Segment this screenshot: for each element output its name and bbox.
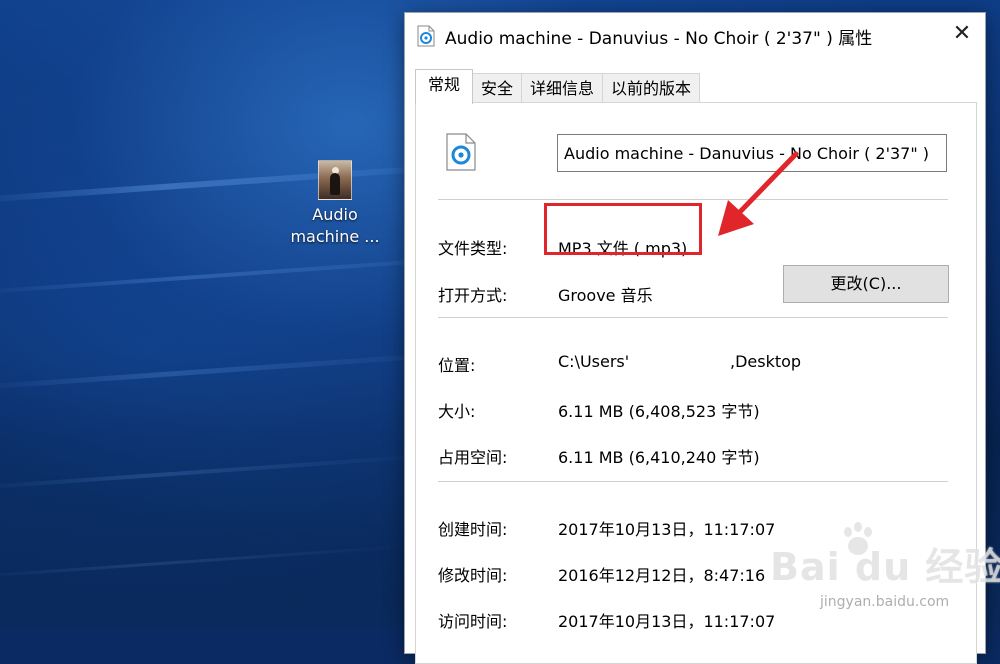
divider [438, 317, 948, 318]
tab-security[interactable]: 安全 [472, 73, 523, 104]
tab-previous-versions[interactable]: 以前的版本 [602, 73, 701, 104]
tab-details[interactable]: 详细信息 [521, 73, 604, 104]
size-label: 大小: [438, 402, 476, 421]
baidu-watermark: Bai du 经验 jingyan.baidu.com [770, 520, 1000, 610]
watermark-text: Bai du 经验 [770, 545, 1000, 589]
close-button[interactable]: ✕ [945, 19, 979, 49]
location-value-suffix: ,Desktop [730, 352, 802, 371]
file-type-label: 文件类型: [438, 239, 508, 258]
watermark-url: jingyan.baidu.com [820, 594, 950, 610]
modified-label: 修改时间: [438, 566, 508, 585]
red-highlight-box [544, 203, 702, 255]
change-button[interactable]: 更改(C)... [783, 265, 949, 303]
created-label: 创建时间: [438, 520, 508, 539]
divider [438, 481, 948, 482]
open-with-label: 打开方式: [438, 286, 508, 305]
disk-size-label: 占用空间: [438, 448, 508, 467]
location-label: 位置: [438, 356, 476, 375]
wallpaper-streak [0, 453, 440, 491]
tab-bar: 常规 安全 详细信息 以前的版本 [415, 69, 701, 104]
created-value: 2017年10月13日，11:17:07 [558, 520, 776, 539]
open-with-value: Groove 音乐 [558, 286, 653, 305]
size-value: 6.11 MB (6,408,523 字节) [558, 402, 760, 421]
groove-music-file-icon [417, 25, 435, 47]
desktop-icon-label-line2: machine ... [290, 227, 380, 246]
dialog-title: Audio machine - Danuvius - No Choir ( 2'… [445, 29, 873, 49]
album-art-thumbnail [318, 160, 352, 200]
tab-general[interactable]: 常规 [415, 69, 474, 104]
thumbnail-figure [330, 173, 340, 195]
red-arrow-annotation [718, 151, 799, 236]
wallpaper-streak [0, 543, 420, 580]
disk-size-value: 6.11 MB (6,410,240 字节) [558, 448, 760, 467]
location-value-prefix: C:\Users' [558, 352, 630, 371]
modified-value: 2016年12月12日，8:47:16 [558, 566, 766, 585]
desktop-icon-label-line1: Audio [312, 205, 358, 224]
close-icon: ✕ [952, 21, 972, 46]
desktop-file-icon[interactable]: Audio machine ... [290, 160, 380, 248]
title-bar[interactable]: Audio machine - Danuvius - No Choir ( 2'… [405, 13, 985, 57]
accessed-label: 访问时间: [438, 612, 508, 631]
divider [438, 199, 948, 200]
desktop-icon-label: Audio machine ... [290, 204, 380, 248]
accessed-value: 2017年10月13日，11:17:07 [558, 612, 776, 631]
groove-music-file-icon [446, 133, 476, 171]
